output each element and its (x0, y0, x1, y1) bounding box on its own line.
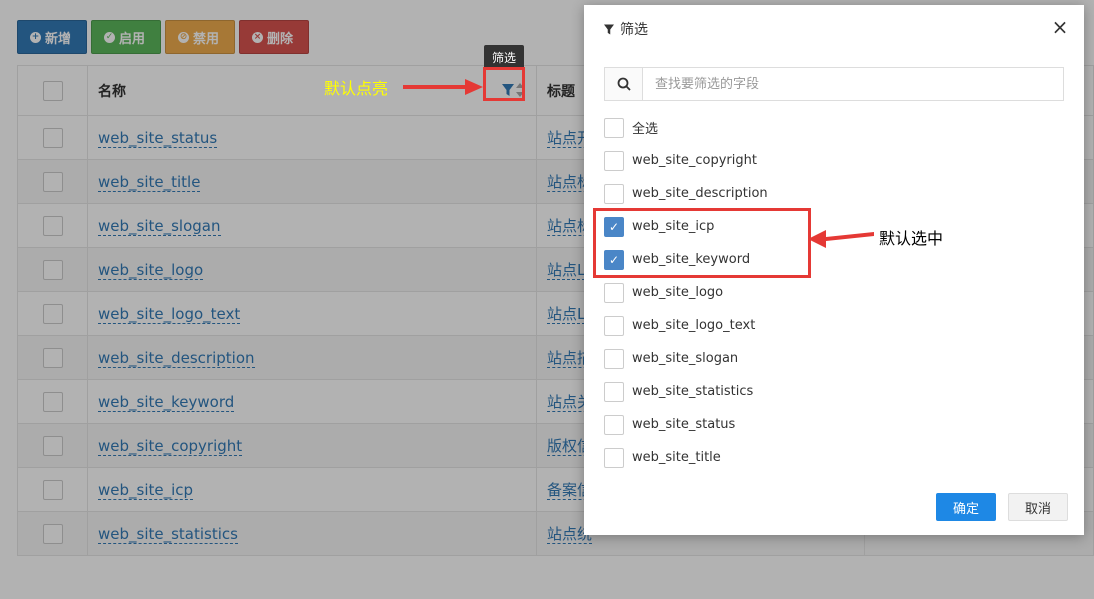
dialog-title-text: 筛选 (620, 22, 648, 38)
option-checkbox[interactable] (604, 315, 624, 336)
field-option-list: 全选 web_site_copyright web_site_description… (604, 111, 1004, 474)
filter-icon (604, 24, 614, 34)
option-label: web_site_copyright (632, 153, 757, 168)
option-label: web_site_slogan (632, 351, 739, 366)
field-option[interactable]: web_site_logo (604, 276, 1004, 309)
field-option[interactable]: web_site_copyright (604, 144, 1004, 177)
option-label: web_site_logo_text (632, 318, 756, 333)
annotation-arrow-right (403, 79, 483, 95)
option-checkbox[interactable] (604, 183, 624, 204)
field-option[interactable]: web_site_status (604, 408, 1004, 441)
option-label: web_site_logo (632, 285, 724, 300)
option-checkbox[interactable] (604, 348, 624, 369)
field-option[interactable]: web_site_description (604, 177, 1004, 210)
highlight-box-filter (483, 67, 525, 101)
option-label: 全选 (632, 122, 659, 137)
option-checkbox[interactable] (604, 117, 624, 138)
option-checkbox[interactable] (604, 414, 624, 435)
field-option[interactable]: web_site_slogan (604, 342, 1004, 375)
annotation-default-selected: 默认选中 (879, 229, 944, 248)
field-option[interactable]: web_site_logo_text (604, 309, 1004, 342)
option-checkbox[interactable] (604, 381, 624, 402)
option-label: web_site_statistics (632, 384, 754, 399)
annotation-default-highlight: 默认点亮 (324, 79, 389, 98)
option-checkbox[interactable] (604, 447, 624, 468)
field-option[interactable]: web_site_statistics (604, 375, 1004, 408)
highlight-box-selected (593, 208, 811, 278)
search-icon (605, 68, 643, 100)
select-all-option[interactable]: 全选 (604, 111, 1004, 144)
dialog-footer: 确定 取消 (936, 493, 1068, 521)
cancel-button[interactable]: 取消 (1008, 493, 1068, 521)
close-icon[interactable]: × (1050, 17, 1070, 37)
option-checkbox[interactable] (604, 150, 624, 171)
option-label: web_site_description (632, 186, 768, 201)
confirm-button[interactable]: 确定 (936, 493, 996, 521)
field-option[interactable]: web_site_title (604, 441, 1004, 474)
option-checkbox[interactable] (604, 282, 624, 303)
dialog-title: 筛选 (604, 19, 648, 39)
option-label: web_site_status (632, 417, 736, 432)
annotation-arrow-left (808, 230, 874, 248)
search-input[interactable] (643, 68, 1063, 100)
option-label: web_site_title (632, 450, 721, 465)
field-search (604, 67, 1064, 101)
filter-tooltip: 筛选 (484, 45, 524, 69)
